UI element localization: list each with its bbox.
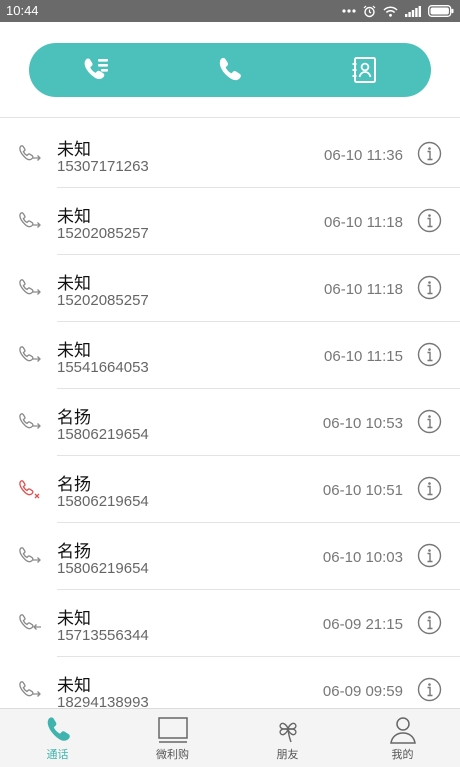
info-icon[interactable]	[417, 476, 442, 501]
caller-name: 未知	[57, 341, 91, 361]
caller-number: 15541664053	[57, 359, 149, 376]
alarm-icon	[363, 5, 376, 17]
info-icon[interactable]	[417, 342, 442, 367]
call-row[interactable]: 未知 15713556344 06-09 21:15	[19, 590, 460, 657]
caller-name: 名扬	[57, 542, 91, 562]
bottom-navigation: 通话 微利购 朋友 我的	[0, 708, 460, 767]
tv-screen-icon	[157, 717, 188, 743]
missed-call-icon	[19, 480, 40, 499]
call-row[interactable]: 未知 15307171263 06-10 11:36	[19, 121, 460, 188]
nav-calls[interactable]: 通话	[0, 709, 115, 767]
caller-number: 15806219654	[57, 426, 149, 443]
user-icon	[389, 717, 416, 744]
call-timestamp: 06-10 11:18	[324, 214, 403, 231]
caller-name: 未知	[57, 676, 91, 696]
caller-name: 未知	[57, 207, 91, 227]
caller-number: 15202085257	[57, 292, 149, 309]
tab-dialer[interactable]	[163, 43, 297, 97]
outgoing-call-icon	[19, 145, 41, 161]
dialer-phone-icon	[219, 57, 241, 81]
nav-friends[interactable]: 朋友	[230, 709, 345, 767]
call-row[interactable]: 未知 15202085257 06-10 11:18	[19, 188, 460, 255]
call-row[interactable]: 未知 18294138993 06-09 09:59	[19, 657, 460, 708]
info-icon[interactable]	[417, 677, 442, 702]
clover-icon	[278, 722, 297, 743]
info-icon[interactable]	[417, 543, 442, 568]
outgoing-call-icon	[19, 413, 41, 429]
call-row[interactable]: 名扬 15806219654 06-10 10:51	[19, 456, 460, 523]
wifi-icon	[383, 5, 398, 17]
nav-label-friends: 朋友	[276, 748, 299, 761]
signal-icon	[405, 5, 421, 17]
call-timestamp: 06-10 11:18	[324, 281, 403, 298]
contacts-book-icon	[352, 57, 376, 83]
caller-number: 15202085257	[57, 225, 149, 242]
caller-number: 15713556344	[57, 627, 149, 644]
outgoing-call-icon	[19, 346, 41, 362]
caller-number: 18294138993	[57, 694, 149, 708]
call-row[interactable]: 名扬 15806219654 06-10 10:53	[19, 389, 460, 456]
battery-icon	[428, 5, 454, 17]
caller-name: 未知	[57, 274, 91, 294]
call-timestamp: 06-10 10:51	[322, 482, 403, 499]
top-segmented-control	[29, 43, 431, 97]
caller-name: 名扬	[57, 408, 91, 428]
caller-number: 15307171263	[57, 158, 149, 175]
call-log-icon	[84, 58, 108, 80]
caller-number: 15806219654	[57, 560, 149, 577]
nav-shop[interactable]: 微利购	[115, 709, 230, 767]
status-icons	[342, 4, 454, 18]
info-icon[interactable]	[417, 409, 442, 434]
tab-contacts[interactable]	[297, 43, 431, 97]
more-dots-icon	[342, 9, 356, 13]
phone-icon	[47, 717, 70, 741]
caller-name: 未知	[57, 609, 91, 629]
outgoing-call-icon	[19, 212, 41, 228]
nav-me[interactable]: 我的	[345, 709, 460, 767]
call-timestamp: 06-10 11:15	[324, 348, 403, 365]
outgoing-call-icon	[19, 279, 41, 295]
call-row[interactable]: 未知 15541664053 06-10 11:15	[19, 322, 460, 389]
nav-label-calls: 通话	[46, 748, 69, 761]
caller-name: 名扬	[57, 475, 91, 495]
call-timestamp: 06-09 09:59	[322, 683, 403, 700]
caller-name: 未知	[57, 140, 91, 160]
info-icon[interactable]	[417, 275, 442, 300]
status-bar: 10:44	[0, 0, 460, 22]
tab-call-log[interactable]	[29, 43, 163, 97]
call-timestamp: 06-09 21:15	[322, 616, 403, 633]
call-timestamp: 06-10 11:36	[324, 147, 403, 164]
info-icon[interactable]	[417, 141, 442, 166]
outgoing-call-icon	[19, 681, 41, 697]
info-icon[interactable]	[417, 208, 442, 233]
outgoing-call-icon	[19, 547, 41, 563]
status-time: 10:44	[6, 3, 39, 18]
nav-label-me: 我的	[391, 748, 414, 761]
caller-number: 15806219654	[57, 493, 149, 510]
call-timestamp: 06-10 10:53	[322, 415, 403, 432]
top-tab-area	[0, 22, 460, 118]
call-row[interactable]: 未知 15202085257 06-10 11:18	[19, 255, 460, 322]
incoming-call-icon	[19, 614, 41, 630]
info-icon[interactable]	[417, 610, 442, 635]
call-timestamp: 06-10 10:03	[322, 549, 403, 566]
nav-label-shop: 微利购	[156, 748, 189, 761]
call-row[interactable]: 名扬 15806219654 06-10 10:03	[19, 523, 460, 590]
call-log-list: 未知 15307171263 06-10 11:36 未知 15202085257 06-…	[0, 121, 460, 708]
